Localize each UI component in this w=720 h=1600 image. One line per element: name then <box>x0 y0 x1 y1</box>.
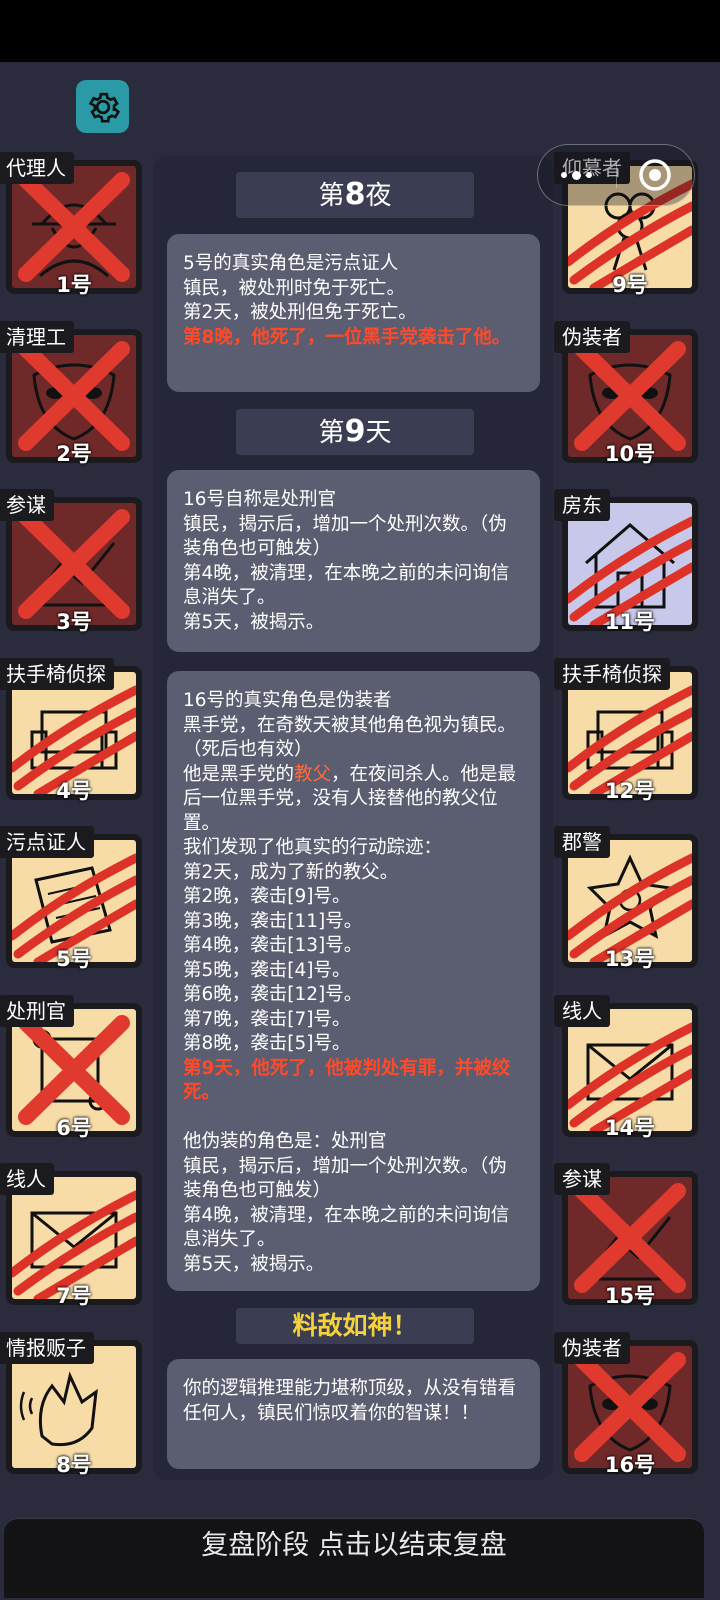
player-card[interactable]: 扶手椅侦探 4号 <box>0 657 142 803</box>
player-number: 12号 <box>604 778 656 803</box>
death-notice: 第9天，他死了，他被判处有罪，并被绞死。 <box>183 1057 511 1104</box>
role-label: 伪装者 <box>554 1331 630 1364</box>
message-line: 第5天，被揭示。 <box>183 611 325 633</box>
verdict-header: 料敌如神！ <box>236 1308 474 1344</box>
day-9-header: 第9天 <box>236 409 474 455</box>
role-label: 参谋 <box>0 489 54 521</box>
player-number: 9号 <box>612 273 648 297</box>
player-card[interactable]: 代理人 1号 <box>0 152 142 297</box>
role-label: 线人 <box>554 994 610 1027</box>
message-line: 第2天，成为了新的教父。 <box>183 861 399 883</box>
player-number: 11号 <box>604 610 656 634</box>
player-card[interactable]: 扶手椅侦探 12号 <box>554 657 698 803</box>
gear-icon <box>88 92 120 122</box>
godfather-highlight: 教父 <box>294 763 332 785</box>
settings-button[interactable] <box>76 80 129 133</box>
message-line: 第5晚，袭击[4]号。 <box>183 959 351 981</box>
message-line: 第7晚，袭击[7]号。 <box>183 1008 351 1030</box>
role-label: 房东 <box>554 489 610 521</box>
message-line: 第2晚，袭击[9]号。 <box>183 886 351 907</box>
role-label: 情报贩子 <box>0 1331 94 1364</box>
player-number: 1号 <box>56 273 92 297</box>
message-card: 5号的真实角色是污点证人 镇民，被处刑时免于死亡。 第2天，被处刑但免于死亡。 … <box>167 234 540 392</box>
message-card: 16号的真实角色是伪装者 黑手党，在奇数天被其他角色视为镇民。（死后也有效） 他… <box>167 671 540 1291</box>
message-line: 你的逻辑推理能力堪称顶级，从没有错看任何人，镇民们惊叹着你的智谋！！ <box>183 1378 517 1424</box>
message-line: 他是黑手党的教父，在夜间杀人。他是最后一位黑手党，没有人接替他的教父位置。 <box>183 763 517 834</box>
player-card[interactable]: 伪装者 16号 <box>554 1331 698 1477</box>
player-card[interactable]: 线人 7号 <box>0 1163 142 1308</box>
role-label: 扶手椅侦探 <box>554 657 670 690</box>
more-button[interactable] <box>538 170 616 180</box>
message-line: 5号的真实角色是污点证人 <box>183 253 399 274</box>
player-number: 14号 <box>604 1115 656 1140</box>
role-label: 清理工 <box>0 320 74 353</box>
message-line: 第5天，被揭示。 <box>183 1253 325 1275</box>
close-button[interactable] <box>617 158 695 192</box>
player-number: 4号 <box>56 778 92 803</box>
player-number: 3号 <box>56 610 92 634</box>
message-line: 第4晚，被清理，在本晚之前的未问询信息消失了。 <box>183 1204 510 1251</box>
player-number: 10号 <box>604 441 656 466</box>
player-card[interactable]: 处刑官 6号 <box>0 994 142 1140</box>
role-label: 代理人 <box>0 152 74 184</box>
verdict-message-card: 你的逻辑推理能力堪称顶级，从没有错看任何人，镇民们惊叹着你的智谋！！ <box>167 1359 540 1469</box>
message-line: 镇民，揭示后，增加一个处刑次数。（伪装角色也可触发） <box>183 513 507 560</box>
role-label: 线人 <box>0 1163 54 1195</box>
message-line: 第8晚，袭击[5]号。 <box>183 1033 351 1054</box>
status-bar <box>0 0 720 62</box>
message-line: 他伪装的角色是：处刑官 <box>183 1131 387 1152</box>
role-label: 扶手椅侦探 <box>0 657 114 690</box>
message-line: 第4晚，袭击[13]号。 <box>183 935 363 956</box>
player-card[interactable]: 房东 11号 <box>554 489 698 634</box>
role-label: 污点证人 <box>0 826 94 858</box>
player-number: 7号 <box>56 1284 92 1308</box>
target-close-icon <box>639 159 671 191</box>
player-number: 8号 <box>56 1452 92 1477</box>
player-card[interactable]: 线人 14号 <box>554 994 698 1140</box>
death-notice: 第8晚，他死了，一位黑手党袭击了他。 <box>183 326 511 348</box>
player-card[interactable]: 郡警 13号 <box>554 826 698 971</box>
message-line: 第2天，被处刑但免于死亡。 <box>183 302 417 323</box>
message-card: 16号自称是处刑官 镇民，揭示后，增加一个处刑次数。（伪装角色也可触发） 第4晚… <box>167 470 540 652</box>
player-card[interactable]: 污点证人 5号 <box>0 826 142 971</box>
message-line: 第6晚，袭击[12]号。 <box>183 984 363 1005</box>
role-label: 处刑官 <box>0 994 74 1027</box>
message-line: 第4晚，被清理，在本晚之前的未问询信息消失了。 <box>183 562 510 609</box>
player-number: 15号 <box>604 1284 656 1308</box>
player-number: 6号 <box>56 1115 92 1140</box>
message-line: 我们发现了他真实的行动踪迹： <box>183 837 443 858</box>
message-line: 镇民，被处刑时免于死亡。 <box>183 277 406 299</box>
player-card[interactable]: 情报贩子 8号 <box>0 1331 142 1477</box>
role-label: 参谋 <box>554 1163 610 1195</box>
message-line: 镇民，揭示后，增加一个处刑次数。（伪装角色也可触发） <box>183 1155 507 1202</box>
player-card[interactable]: 伪装者 10号 <box>554 320 698 466</box>
role-label: 伪装者 <box>554 320 630 353</box>
message-line: 第3晚，袭击[11]号。 <box>183 910 363 932</box>
mini-program-capsule <box>537 144 695 206</box>
message-line: 黑手党，在奇数天被其他角色视为镇民。（死后也有效） <box>183 714 517 761</box>
night-8-header: 第8夜 <box>236 172 474 218</box>
player-card[interactable]: 清理工 2号 <box>0 320 142 466</box>
player-number: 13号 <box>604 947 656 971</box>
player-number: 16号 <box>604 1452 656 1477</box>
message-line: 16号自称是处刑官 <box>183 489 337 510</box>
player-number: 5号 <box>56 947 92 971</box>
player-number: 2号 <box>56 441 92 466</box>
role-label: 郡警 <box>554 826 610 858</box>
end-review-button[interactable]: 复盘阶段 点击以结束复盘 <box>4 1518 704 1598</box>
message-line: 16号的真实角色是伪装者 <box>183 690 392 711</box>
player-card[interactable]: 参谋 3号 <box>0 489 142 634</box>
player-card[interactable]: 参谋 15号 <box>554 1163 698 1308</box>
